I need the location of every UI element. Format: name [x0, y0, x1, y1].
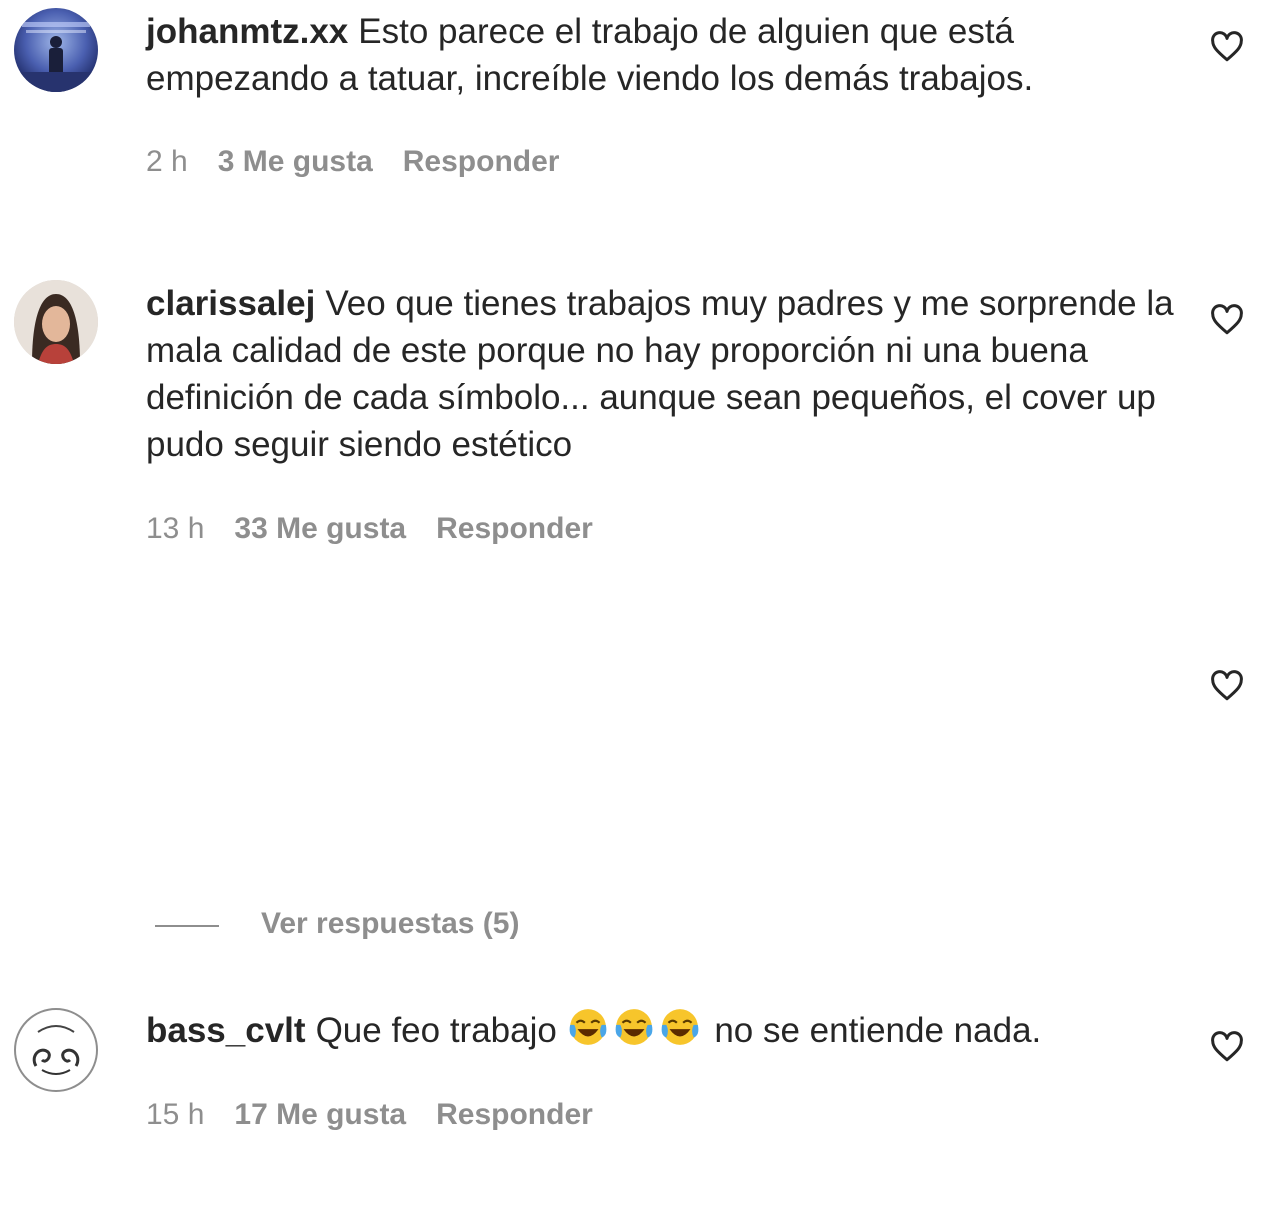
comment-meta: 13 h 33 Me gusta Responder	[146, 509, 623, 549]
comments-page: johanmtz.xx Esto parece el trabajo de alg…	[0, 0, 1280, 1212]
comment-text-after-emoji: no se entiende nada.	[714, 1011, 1042, 1050]
avatar[interactable]	[14, 8, 98, 92]
comment-username[interactable]: clarissalej	[146, 284, 315, 323]
heart-outline-icon[interactable]	[1208, 668, 1246, 704]
heart-outline-icon[interactable]	[1208, 302, 1246, 338]
comment-timestamp: 15 h	[146, 1098, 205, 1131]
reply-button[interactable]: Responder	[403, 145, 560, 178]
view-replies-button[interactable]: Ver respuestas (5)	[155, 900, 755, 950]
comment-timestamp: 13 h	[146, 512, 205, 545]
comment-likes[interactable]: 3 Me gusta	[218, 145, 373, 178]
face-with-tears-of-joy-icon	[615, 1009, 652, 1045]
face-with-tears-of-joy-icon	[661, 1009, 698, 1045]
replies-divider	[155, 925, 219, 927]
comment-timestamp: 2 h	[146, 145, 188, 178]
avatar[interactable]	[14, 1008, 98, 1092]
view-replies-label[interactable]: Ver respuestas (5)	[261, 904, 519, 944]
avatar[interactable]	[14, 280, 98, 364]
comment-likes[interactable]: 33 Me gusta	[234, 512, 406, 545]
comment-likes[interactable]: 17 Me gusta	[234, 1098, 406, 1131]
face-with-tears-of-joy-icon	[569, 1009, 606, 1045]
comment-username[interactable]: johanmtz.xx	[146, 12, 348, 51]
reply-button[interactable]: Responder	[436, 512, 593, 545]
comment-meta: 2 h 3 Me gusta Responder	[146, 142, 589, 182]
heart-outline-icon[interactable]	[1208, 29, 1246, 65]
comment-body: johanmtz.xx Esto parece el trabajo de alg…	[146, 8, 1176, 102]
heart-outline-icon[interactable]	[1208, 1029, 1246, 1065]
comment-username[interactable]: bass_cvlt	[146, 1011, 306, 1050]
comment-meta: 15 h 17 Me gusta Responder	[146, 1095, 623, 1135]
reply-button[interactable]: Responder	[436, 1098, 593, 1131]
comment-body: clarissalej Veo que tienes trabajos muy p…	[146, 280, 1176, 468]
comment-body: bass_cvlt Que feo trabajo no se entiende…	[146, 1006, 1176, 1054]
comment-text-before-emoji: Que feo trabajo	[315, 1011, 557, 1050]
